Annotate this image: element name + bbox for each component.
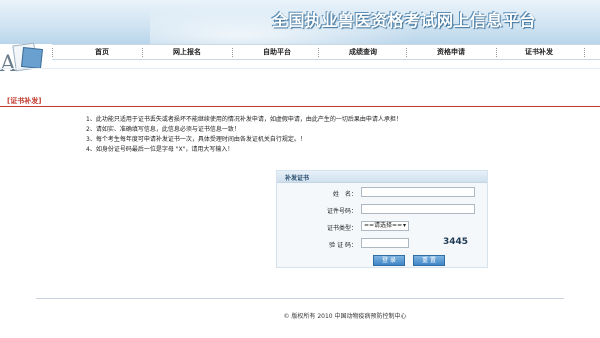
name-label: 姓 名： [332,191,357,198]
instruction-item: 2、请如实、准确填写信息，此信息必须与证书信息一致！ [86,126,240,133]
logo: A [0,40,52,77]
reissue-form: 补发证书 姓 名： 证件号码： 证书类型： ==请选择== ▾ 验 证 码： 3… [276,170,488,268]
picture-icon [21,47,43,69]
nav-item-online-registration[interactable]: 网上报名 [152,45,222,60]
name-input[interactable] [361,187,475,197]
instruction-item: 3、每个考生每年度可申请补发证书一次，具体受理时间由各发证机关自行规定。！ [86,136,306,143]
footer: © 版权所有 2010 中国动物疫病预防控制中心 [0,311,600,320]
nav-separator [52,48,53,57]
cert-type-selected: ==请选择== [364,222,403,229]
nav-separator [318,48,319,57]
copyright-text: © 版权所有 2010 中国动物疫病预防控制中心 [283,313,407,320]
nav-separator [584,48,585,57]
nav-item-qualification-application[interactable]: 资格申请 [416,45,486,60]
cert-no-input[interactable] [361,204,475,214]
site-title: 全国执业兽医资格考试网上信息平台 [272,11,537,30]
instructions: 1、此功能只适用于证书丢失或者损坏不能继续使用的情况补发申请，如虚假申请，由此产… [86,115,506,155]
captcha-label: 验 证 码： [329,242,357,249]
login-button[interactable]: 登 录 [373,255,405,266]
main-nav: 首页 网上报名 自助平台 成绩查询 资格申请 证书补发 [52,44,600,60]
nav-item-self-service[interactable]: 自助平台 [242,45,312,60]
nav-separator [232,48,233,57]
reset-button[interactable]: 重 置 [413,255,445,266]
captcha-code: 3445 [443,237,469,247]
footer-divider [36,298,564,299]
nav-separator [406,48,407,57]
nav-separator [496,48,497,57]
cert-type-label: 证书类型： [326,225,357,232]
divider [0,68,600,69]
nav-separator [142,48,143,57]
instruction-item: 4、如身份证号码最后一位是字母 "X"，请用大写输入！ [86,146,234,153]
form-header: 补发证书 [277,171,487,183]
nav-item-certificate-reissue[interactable]: 证书补发 [504,45,574,60]
nav-item-score-query[interactable]: 成绩查询 [328,45,398,60]
cert-no-label: 证件号码： [326,208,357,215]
chevron-down-icon: ▾ [402,222,406,229]
nav-item-home[interactable]: 首页 [67,45,137,60]
cert-type-select[interactable]: ==请选择== ▾ [361,221,409,231]
title-underline [0,106,600,107]
instruction-item: 1、此功能只适用于证书丢失或者损坏不能继续使用的情况补发申请，如虚假申请，由此产… [86,116,402,123]
captcha-input[interactable] [361,238,409,248]
form-title: 补发证书 [285,175,310,182]
header-banner: 全国执业兽医资格考试网上信息平台 [0,0,600,44]
page-title: [证书补发] [7,97,42,105]
